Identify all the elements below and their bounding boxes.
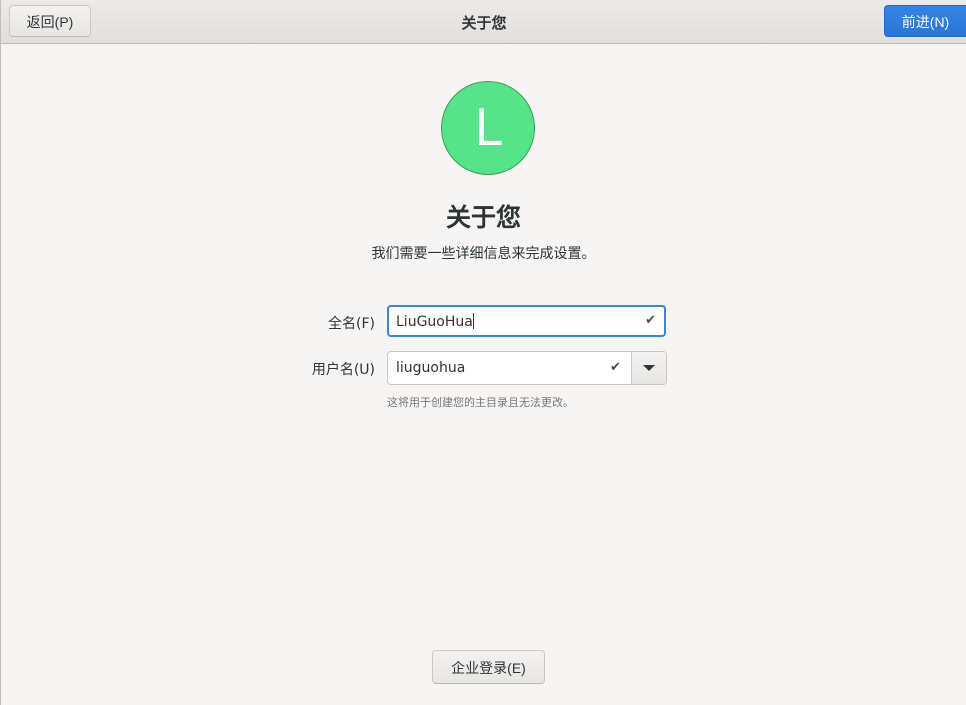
username-hint: 这将用于创建您的主目录且无法更改。 <box>387 396 574 409</box>
avatar[interactable]: L <box>441 81 535 175</box>
header-bar: 返回(P) 关于您 前进(N) <box>1 0 966 44</box>
fullname-label: 全名(F) <box>328 316 375 332</box>
checkmark-icon: ✔ <box>610 360 621 375</box>
initial-setup-window: 返回(P) 关于您 前进(N) L 关于您 我们需要一些详细信息来完成设置。 全… <box>0 0 966 705</box>
page-title: 关于您 <box>445 203 521 232</box>
enterprise-login-button[interactable]: 企业登录(E) <box>432 650 545 684</box>
fullname-value: LiuGuoHua <box>396 313 474 330</box>
page-subtitle: 我们需要一些详细信息来完成设置。 <box>371 246 596 262</box>
checkmark-icon: ✔ <box>645 313 656 328</box>
username-label: 用户名(U) <box>311 362 375 378</box>
username-value: liuguohua <box>396 360 466 376</box>
window-title: 关于您 <box>461 14 507 32</box>
username-dropdown-button[interactable] <box>631 352 666 384</box>
chevron-down-icon <box>643 365 655 371</box>
next-button[interactable]: 前进(N) <box>884 5 966 37</box>
username-combo[interactable]: liuguohua ✔ <box>387 351 667 385</box>
fullname-field[interactable]: LiuGuoHua ✔ <box>387 305 666 337</box>
text-caret <box>472 313 474 329</box>
